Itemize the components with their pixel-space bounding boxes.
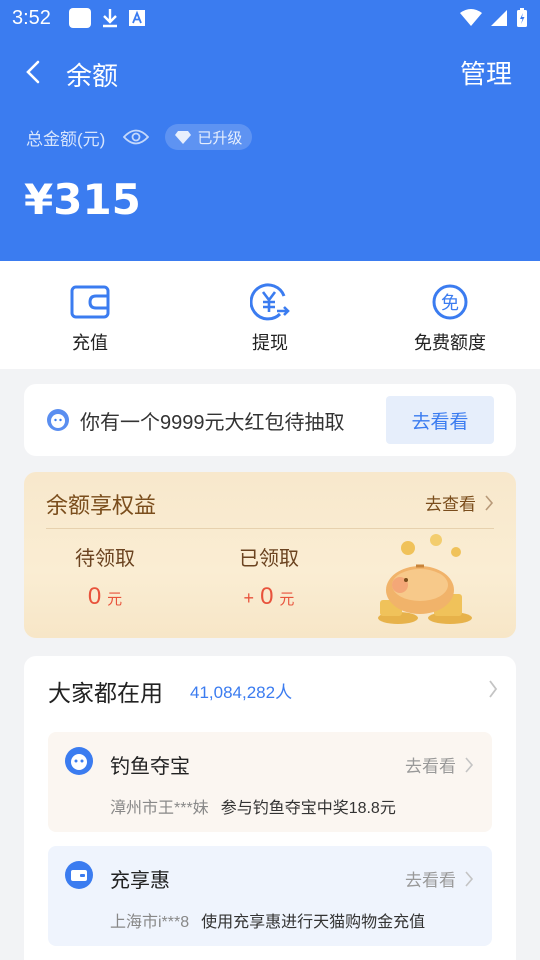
free-quota-label: 免费额度 — [414, 333, 486, 353]
free-quota-button[interactable]: 免 免费额度 — [360, 261, 540, 369]
card-icon — [65, 861, 93, 889]
nav-bar: 余额 管理 — [0, 44, 540, 100]
diamond-icon — [175, 131, 192, 144]
upgrade-badge-label: 已升级 — [197, 129, 243, 147]
item-name: 充享惠 — [110, 870, 170, 892]
piggy-bank-illustration — [378, 534, 472, 624]
red-packet-go-button[interactable]: 去看看 — [386, 396, 494, 444]
divider — [46, 528, 494, 529]
wifi-icon — [460, 9, 482, 26]
benefits-view-link[interactable]: 去查看 — [425, 490, 494, 515]
received-unit: 元 — [279, 591, 295, 608]
go-look-link[interactable]: 去看看 — [405, 866, 474, 891]
pending-label: 待领取 — [75, 548, 135, 570]
svg-text:免: 免 — [441, 293, 459, 313]
chevron-right-icon — [485, 494, 494, 511]
received-value: 0 — [260, 583, 274, 610]
withdraw-label: 提现 — [252, 333, 288, 353]
go-look-link[interactable]: 去看看 — [405, 752, 474, 777]
quick-actions: 充值 提现 免 免费额度 — [0, 261, 540, 369]
status-time: 3:52 — [12, 6, 51, 29]
chevron-right-icon — [465, 756, 474, 773]
pending-stat[interactable]: 待领取 0元 — [40, 542, 170, 611]
yuan-withdraw-icon — [250, 283, 290, 321]
received-stat[interactable]: 已领取 +0 元 — [204, 542, 334, 611]
pending-unit: 元 — [107, 591, 123, 608]
item-user: 上海市i***8 — [110, 914, 190, 931]
benefits-view-label: 去查看 — [425, 495, 476, 515]
total-amount-row: 总金额(元) 已升级 — [26, 124, 253, 150]
red-packet-card[interactable]: 你有一个9999元大红包待抽取 去看看 — [24, 384, 516, 456]
total-amount-label: 总金额(元) — [26, 129, 106, 149]
pending-value: 0 — [87, 583, 102, 610]
list-item-fishing[interactable]: 钓鱼夺宝 去看看 漳州市王***妹 参与钓鱼夺宝中奖18.8元 — [48, 732, 492, 832]
chevron-right-icon — [465, 870, 474, 887]
font-icon — [128, 10, 145, 26]
item-activity: 上海市i***8 使用充享惠进行天猫购物金充值 — [110, 908, 425, 932]
item-action: 参与钓鱼夺宝中奖18.8元 — [220, 800, 396, 817]
recharge-label: 充值 — [72, 333, 108, 353]
item-user: 漳州市王***妹 — [110, 800, 209, 817]
received-plus: + — [243, 588, 255, 608]
item-name: 钓鱼夺宝 — [110, 756, 190, 778]
recharge-button[interactable]: 充值 — [0, 261, 180, 369]
everyone-using-title: 大家都在用 — [48, 680, 163, 706]
download-icon — [102, 9, 117, 28]
upgrade-badge[interactable]: 已升级 — [165, 124, 253, 150]
go-look-label: 去看看 — [405, 871, 456, 890]
user-count: 41,084,282人 — [190, 683, 293, 702]
wallet-icon — [70, 285, 110, 319]
received-label: 已领取 — [239, 548, 299, 570]
battery-icon — [517, 8, 527, 27]
benefits-title: 余额享权益 — [46, 493, 157, 518]
go-look-label: 去看看 — [405, 757, 456, 776]
free-quota-icon: 免 — [432, 284, 468, 320]
item-action: 使用充享惠进行天猫购物金充值 — [201, 914, 426, 931]
status-bar: 3:52 — [0, 0, 540, 36]
signal-icon — [491, 10, 507, 26]
withdraw-button[interactable]: 提现 — [180, 261, 360, 369]
balance-amount: ¥315 — [24, 175, 141, 224]
mascot-icon — [47, 409, 69, 431]
red-packet-text: 你有一个9999元大红包待抽取 — [80, 411, 345, 434]
chevron-right-icon[interactable] — [488, 680, 498, 698]
list-item-recharge-benefit[interactable]: 充享惠 去看看 上海市i***8 使用充享惠进行天猫购物金充值 — [48, 846, 492, 946]
header-area: 3:52 余额 管理 总金额(元) 已升级 ¥315 — [0, 0, 540, 261]
item-activity: 漳州市王***妹 参与钓鱼夺宝中奖18.8元 — [110, 794, 396, 818]
balance-benefits-card: 余额享权益 去查看 待领取 0元 已领取 +0 元 — [24, 472, 516, 638]
manage-button[interactable]: 管理 — [460, 54, 512, 91]
page-title: 余额 — [66, 61, 119, 91]
app-notification-icon — [68, 8, 91, 28]
everyone-using-card: 大家都在用 41,084,282人 钓鱼夺宝 去看看 漳州市王***妹 参与钓鱼夺… — [24, 656, 516, 960]
fishing-treasure-icon — [65, 747, 93, 775]
back-arrow-icon[interactable] — [22, 60, 46, 84]
eye-icon[interactable] — [123, 128, 150, 146]
